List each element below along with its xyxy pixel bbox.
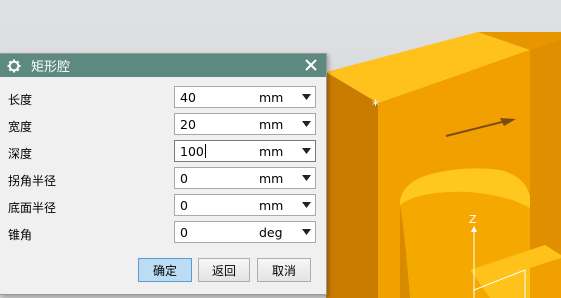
floor-radius-unit: mm — [259, 198, 284, 213]
taper-angle-row: 锥角 0 deg — [0, 221, 326, 245]
corner-radius-label: 拐角半径 — [8, 174, 57, 188]
depth-value[interactable]: 100 — [180, 144, 204, 159]
length-value[interactable]: 40 — [180, 90, 196, 105]
length-row: 长度 40 mm — [0, 86, 326, 110]
taper-angle-unit: deg — [259, 225, 283, 240]
floor-radius-label: 底面半径 — [8, 201, 57, 215]
taper-angle-value[interactable]: 0 — [180, 225, 188, 240]
close-icon[interactable] — [302, 56, 320, 74]
width-label: 宽度 — [8, 120, 33, 134]
back-button[interactable]: 返回 — [198, 258, 250, 282]
depth-unit: mm — [259, 144, 284, 159]
taper-angle-label: 锥角 — [8, 228, 33, 242]
dialog-title-bar[interactable]: 矩形腔 — [0, 54, 326, 77]
chevron-down-icon[interactable] — [302, 202, 311, 208]
width-value[interactable]: 20 — [180, 117, 196, 132]
depth-label: 深度 — [8, 147, 33, 161]
depth-unit-select[interactable]: mm — [257, 144, 315, 160]
dialog-title: 矩形腔 — [31, 60, 71, 75]
z-axis-label: Z — [469, 213, 477, 226]
floor-radius-unit-select[interactable]: mm — [257, 198, 315, 214]
length-label: 长度 — [8, 93, 33, 107]
block-left-face — [326, 72, 378, 298]
width-unit-select[interactable]: mm — [257, 117, 315, 133]
width-unit: mm — [259, 117, 284, 132]
depth-row: 深度 100 mm — [0, 140, 326, 164]
floor-radius-field[interactable]: 0 mm — [174, 194, 316, 216]
length-field[interactable]: 40 mm — [174, 86, 316, 108]
length-unit: mm — [259, 90, 284, 105]
floor-radius-value[interactable]: 0 — [180, 198, 188, 213]
corner-radius-unit: mm — [259, 171, 284, 186]
corner-radius-row: 拐角半径 0 mm — [0, 167, 326, 191]
rectangular-pocket-dialog: 矩形腔 长度 40 mm 宽度 20 mm 深度 100 mm 拐角半径 0 m… — [0, 53, 327, 295]
width-row: 宽度 20 mm — [0, 113, 326, 137]
chevron-down-icon[interactable] — [302, 148, 311, 154]
length-unit-select[interactable]: mm — [257, 90, 315, 106]
taper-angle-field[interactable]: 0 deg — [174, 221, 316, 243]
point-marker: * — [372, 98, 379, 114]
corner-radius-field[interactable]: 0 mm — [174, 167, 316, 189]
width-field[interactable]: 20 mm — [174, 113, 316, 135]
chevron-down-icon[interactable] — [302, 229, 311, 235]
gear-icon — [5, 57, 23, 75]
chevron-down-icon[interactable] — [302, 121, 311, 127]
floor-radius-row: 底面半径 0 mm — [0, 194, 326, 218]
chevron-down-icon[interactable] — [302, 175, 311, 181]
corner-radius-unit-select[interactable]: mm — [257, 171, 315, 187]
text-caret — [204, 144, 206, 158]
depth-field[interactable]: 100 mm — [174, 140, 316, 162]
taper-angle-unit-select[interactable]: deg — [257, 225, 315, 241]
cancel-button[interactable]: 取消 — [257, 258, 311, 282]
chevron-down-icon[interactable] — [302, 94, 311, 100]
corner-radius-value[interactable]: 0 — [180, 171, 188, 186]
ok-button[interactable]: 确定 — [138, 258, 192, 282]
depth-value-wrap[interactable]: 100 — [180, 144, 206, 159]
